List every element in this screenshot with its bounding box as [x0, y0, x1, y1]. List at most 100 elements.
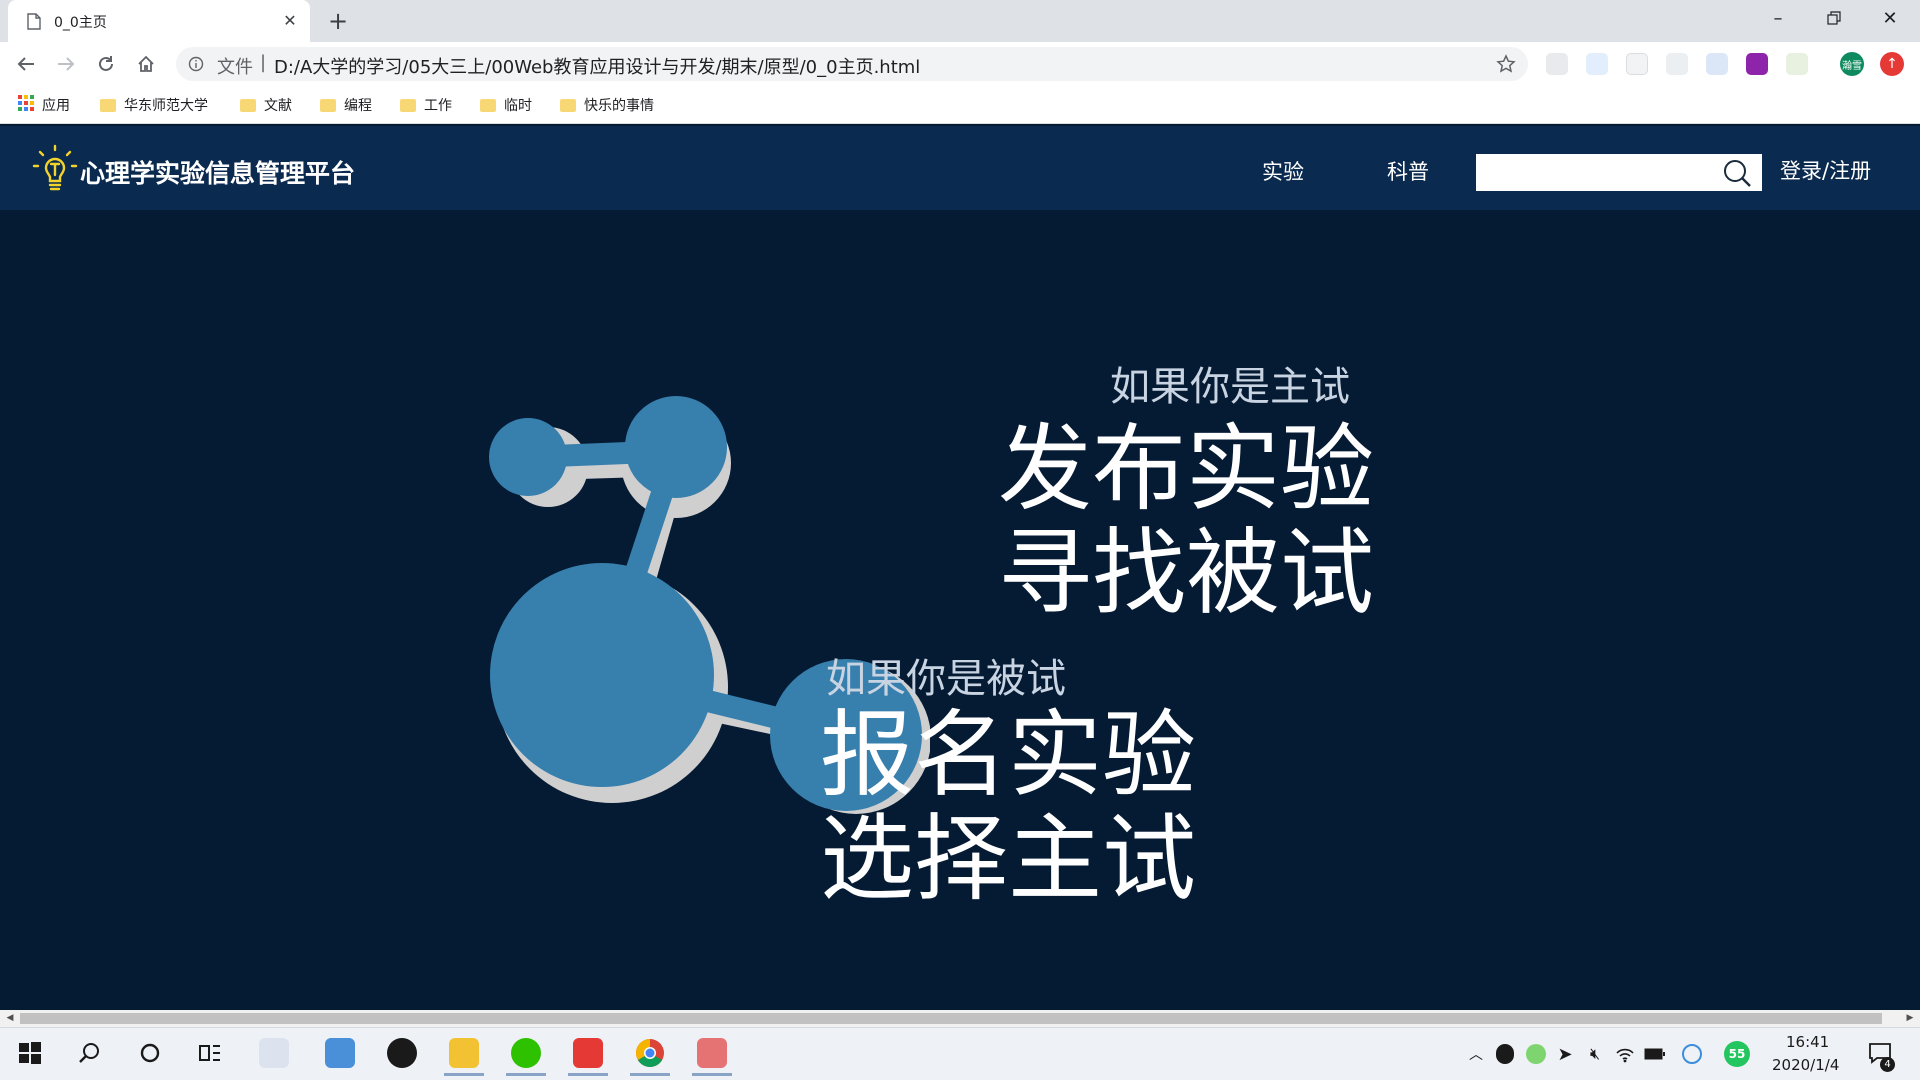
clock-date[interactable]: 2020/1/4 — [1772, 1056, 1839, 1074]
extension-rp-icon[interactable] — [1746, 53, 1768, 75]
folder-icon — [240, 98, 256, 112]
folder-icon — [400, 98, 416, 112]
qq-penguin-icon — [387, 1038, 417, 1068]
windows-logo-icon — [19, 1042, 41, 1064]
folder-icon — [480, 98, 496, 112]
extension-download-icon[interactable] — [1586, 53, 1608, 75]
tray-wifi-icon[interactable] — [1614, 1043, 1636, 1065]
search-input[interactable] — [1476, 154, 1762, 191]
scroll-left-arrow-icon[interactable]: ◀ — [4, 1012, 16, 1024]
new-tab-icon[interactable]: + — [326, 7, 350, 35]
apps-grid-icon — [18, 95, 34, 115]
active-indicator — [444, 1073, 484, 1076]
eraser-app-icon — [697, 1038, 727, 1068]
nav-science[interactable]: 科普 — [1387, 156, 1429, 186]
extension-tool-icon[interactable] — [1546, 53, 1568, 75]
experimenter-line-publish[interactable]: 发布实验 — [998, 418, 1374, 522]
cortana-button[interactable] — [126, 1030, 174, 1076]
pinwheel-app-icon — [259, 1038, 289, 1068]
tray-chevron-up-icon[interactable]: ︿ — [1466, 1044, 1486, 1064]
task-view-icon — [199, 1045, 220, 1061]
active-indicator — [630, 1073, 670, 1076]
scrollbar-thumb[interactable] — [20, 1013, 1882, 1024]
start-button[interactable] — [6, 1030, 54, 1076]
bookmark-folder[interactable]: 快乐的事情 — [560, 86, 654, 124]
chrome-icon — [636, 1039, 664, 1067]
bookmark-label: 编程 — [344, 98, 372, 114]
url-separator: | — [260, 52, 267, 73]
forward-arrow-icon[interactable] — [54, 52, 78, 76]
close-window-icon[interactable]: ✕ — [1878, 6, 1902, 30]
participant-line-choose[interactable]: 选择主试 — [820, 808, 1196, 912]
reload-icon[interactable] — [94, 52, 118, 76]
taskbar-app-youdao[interactable] — [564, 1030, 612, 1076]
active-indicator — [692, 1073, 732, 1076]
tray-mute-icon[interactable]: 🔇︎ — [1584, 1043, 1606, 1065]
magnifier-icon — [79, 1043, 99, 1063]
document-icon — [26, 12, 42, 30]
clock-time[interactable]: 16:41 — [1786, 1033, 1829, 1051]
profile-avatar[interactable]: 瀚雪 — [1840, 52, 1864, 76]
login-register-link[interactable]: 登录/注册 — [1780, 155, 1871, 185]
bookmark-folder[interactable]: 编程 — [320, 86, 372, 124]
participant-lead: 如果你是被试 — [826, 656, 1066, 702]
nav-experiment[interactable]: 实验 — [1262, 156, 1304, 186]
star-icon[interactable] — [1494, 52, 1518, 76]
tray-qq-icon[interactable] — [1496, 1044, 1514, 1064]
taskbar-app-wechat[interactable] — [502, 1030, 550, 1076]
restore-icon[interactable] — [1822, 6, 1846, 30]
taskbar-app-computer[interactable] — [316, 1030, 364, 1076]
experimenter-line-find[interactable]: 寻找被试 — [998, 522, 1374, 626]
lightbulb-logo-icon[interactable] — [32, 144, 78, 194]
info-icon[interactable] — [186, 54, 206, 74]
taskbar-app-eraser[interactable] — [688, 1030, 736, 1076]
taskbar-app-pinwheel[interactable] — [250, 1030, 298, 1076]
url-scheme-label: 文件 — [217, 57, 253, 78]
extension-s-icon[interactable] — [1666, 53, 1688, 75]
taskbar-app-explorer[interactable] — [440, 1030, 488, 1076]
taskbar-app-chrome[interactable] — [626, 1030, 674, 1076]
extension-glasses-icon[interactable] — [1706, 53, 1728, 75]
folder-icon — [320, 98, 336, 112]
bookmark-label: 工作 — [424, 98, 452, 114]
bookmark-folder[interactable]: 文献 — [240, 86, 292, 124]
tray-55-badge[interactable]: 55 — [1724, 1041, 1750, 1067]
folder-icon — [560, 98, 576, 112]
bookmark-label: 文献 — [264, 98, 292, 114]
file-explorer-icon — [449, 1038, 479, 1068]
site-brand[interactable]: 心理学实验信息管理平台 — [80, 154, 355, 190]
active-indicator — [568, 1073, 608, 1076]
folder-icon — [100, 98, 116, 112]
bookmark-folder[interactable]: 临时 — [480, 86, 532, 124]
bookmark-apps[interactable]: 应用 — [18, 86, 70, 124]
bookmark-label: 快乐的事情 — [584, 98, 654, 114]
participant-line-signup[interactable]: 报名实验 — [820, 704, 1196, 808]
active-indicator — [506, 1073, 546, 1076]
notification-count-badge: 4 — [1880, 1057, 1895, 1072]
extension-box-icon[interactable] — [1626, 53, 1648, 75]
bookmark-label: 华东师范大学 — [124, 98, 208, 114]
back-arrow-icon[interactable] — [14, 52, 38, 76]
tray-pin-icon[interactable] — [1682, 1044, 1702, 1064]
tray-battery-icon[interactable] — [1644, 1043, 1666, 1065]
tab-title: 0_0主页 — [54, 15, 107, 31]
bookmark-folder[interactable]: 华东师范大学 — [100, 86, 208, 124]
home-icon[interactable] — [134, 52, 158, 76]
minimize-icon[interactable]: – — [1766, 6, 1790, 30]
browser-tab[interactable]: 0_0主页 ✕ — [8, 0, 310, 42]
update-icon[interactable]: ↑ — [1880, 52, 1904, 76]
search-taskbar-button[interactable] — [66, 1030, 114, 1076]
taskbar-app-qq[interactable] — [378, 1030, 426, 1076]
extension-globe-icon[interactable] — [1786, 53, 1808, 75]
bookmark-folder[interactable]: 工作 — [400, 86, 452, 124]
tray-send-icon[interactable]: ➤ — [1554, 1043, 1576, 1065]
close-tab-icon[interactable]: ✕ — [280, 10, 300, 30]
url-text[interactable]: D:/A大学的学习/05大三上/00Web教育应用设计与开发/期末/原型/0_0… — [274, 53, 920, 79]
scroll-right-arrow-icon[interactable]: ▶ — [1904, 1012, 1916, 1024]
bookmark-label: 临时 — [504, 98, 532, 114]
youdao-icon — [573, 1038, 603, 1068]
computer-app-icon — [325, 1038, 355, 1068]
task-view-button[interactable] — [186, 1030, 234, 1076]
tray-wechat-icon[interactable] — [1526, 1044, 1546, 1064]
search-icon[interactable] — [1722, 158, 1752, 188]
